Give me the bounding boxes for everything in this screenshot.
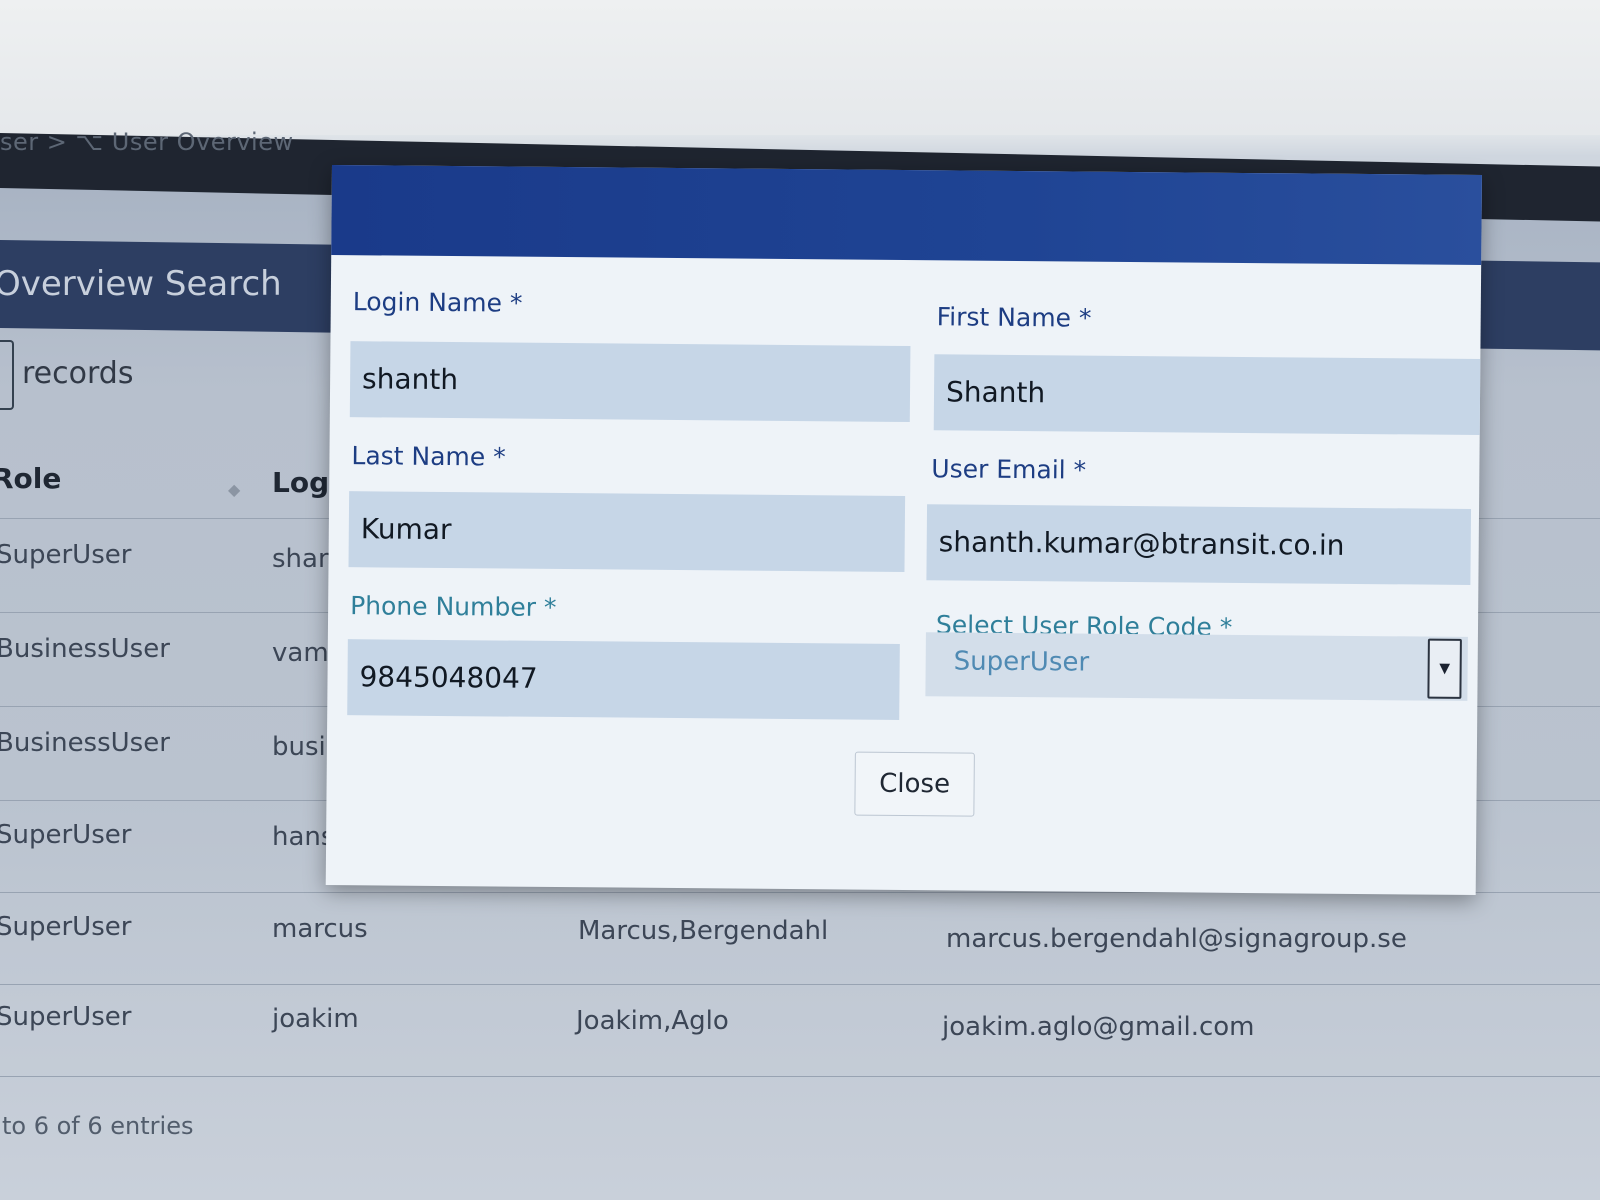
table-cell-login: shan xyxy=(272,544,335,574)
last-name-field[interactable]: Kumar xyxy=(348,491,906,573)
sort-icon[interactable]: ◆ xyxy=(228,480,242,500)
breadcrumb[interactable]: ser > ⌥ User Overview xyxy=(0,128,294,156)
role-code-select[interactable]: SuperUser ▼ xyxy=(925,632,1468,701)
table-cell-role: SuperUser xyxy=(0,820,132,850)
monitor-bezel xyxy=(0,0,1600,135)
row-divider xyxy=(0,1076,1600,1077)
first-name-field[interactable]: Shanth xyxy=(933,354,1481,436)
table-cell-role: SuperUser xyxy=(0,1002,132,1032)
table-info: to 6 of 6 entries xyxy=(2,1112,194,1140)
table-cell-email: joakim.aglo@gmail.com xyxy=(942,1012,1255,1042)
table-cell-login: joakim xyxy=(272,1004,359,1034)
modal-header xyxy=(331,165,1482,266)
last-name-label: Last Name * xyxy=(351,441,506,472)
table-cell-role: BusinessUser xyxy=(0,728,170,758)
user-email-field[interactable]: shanth.kumar@btransit.co.in xyxy=(926,504,1472,585)
table-cell-login: busi xyxy=(272,732,326,762)
user-details-modal: Login Name * shanth First Name * Shanth … xyxy=(325,165,1482,896)
screen: ser > ⌥ User Overview Overview Search re… xyxy=(0,0,1600,1200)
table-cell-name: Marcus,Bergendahl xyxy=(578,916,829,946)
table-cell-role: BusinessUser xyxy=(0,634,170,664)
phone-number-field[interactable]: 9845048047 xyxy=(347,639,900,720)
chevron-down-icon[interactable]: ▼ xyxy=(1427,638,1462,699)
phone-number-label: Phone Number * xyxy=(350,591,557,622)
row-divider xyxy=(0,984,1600,985)
table-cell-role: SuperUser xyxy=(0,540,132,570)
table-cell-name: Joakim,Aglo xyxy=(576,1006,729,1036)
first-name-label: First Name * xyxy=(936,302,1092,333)
panel-title: Overview Search xyxy=(0,264,282,304)
close-button[interactable]: Close xyxy=(854,751,975,817)
records-per-page-select[interactable] xyxy=(0,340,14,410)
table-cell-role: SuperUser xyxy=(0,912,132,942)
table-cell-login: marcus xyxy=(272,914,368,944)
records-label: records xyxy=(22,356,134,391)
table-cell-email: marcus.bergendahl@signagroup.se xyxy=(946,924,1407,954)
login-name-label: Login Name * xyxy=(352,287,523,318)
user-email-label: User Email * xyxy=(931,454,1087,485)
role-code-value: SuperUser xyxy=(953,646,1090,678)
column-header-role[interactable]: Role xyxy=(0,462,61,495)
login-name-field[interactable]: shanth xyxy=(349,341,911,423)
